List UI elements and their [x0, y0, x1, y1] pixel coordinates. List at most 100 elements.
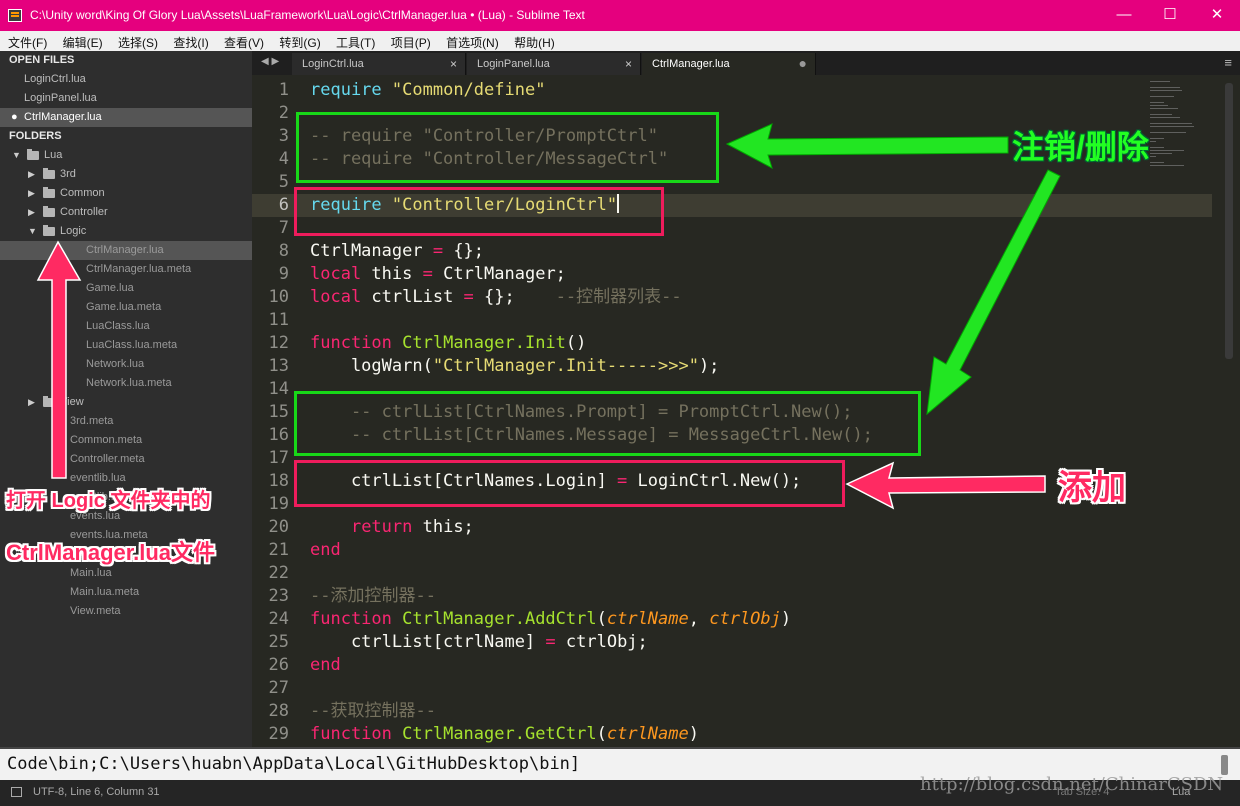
tab-close-icon[interactable]: ×: [450, 57, 457, 71]
disclosure-expanded-icon[interactable]: ▼: [28, 222, 37, 241]
menu-view[interactable]: 查看(V): [224, 31, 264, 51]
file-item[interactable]: Game.lua.meta: [0, 298, 252, 317]
tab-nav-arrows[interactable]: ◀ ▶: [261, 56, 279, 67]
close-window-button[interactable]: ✕: [1194, 0, 1240, 31]
editor-scrollbar[interactable]: [1225, 79, 1233, 745]
minimize-button[interactable]: —: [1101, 0, 1147, 31]
disclosure-collapsed-icon[interactable]: ▶: [28, 184, 35, 203]
code-line[interactable]: [310, 562, 1170, 585]
line-number: 22: [268, 563, 289, 583]
code-line[interactable]: CtrlManager = {};: [310, 240, 1170, 263]
unsaved-dot-icon[interactable]: ●: [799, 55, 807, 71]
code-line[interactable]: end: [310, 539, 1170, 562]
open-file-item[interactable]: LoginPanel.lua: [0, 89, 252, 108]
open-file-label: CtrlManager.lua: [24, 111, 102, 123]
file-item[interactable]: Main.lua.meta: [0, 583, 252, 602]
menu-tools[interactable]: 工具(T): [336, 31, 375, 51]
file-item[interactable]: View.meta: [0, 602, 252, 621]
code-line[interactable]: end: [310, 654, 1170, 677]
menu-edit[interactable]: 编辑(E): [63, 31, 103, 51]
menu-selection[interactable]: 选择(S): [118, 31, 158, 51]
code-line[interactable]: logWarn("CtrlManager.Init----->>>");: [310, 355, 1170, 378]
line-number: 25: [268, 632, 289, 652]
line-number-gutter: 1 2 3 4 5 6 7 8 9 10 11 12 13 14 15 16 17 18 19 20 21 22 23 24 2…: [252, 79, 296, 746]
code-line[interactable]: --添加控制器--: [310, 585, 1170, 608]
unsaved-dot-icon[interactable]: ●: [11, 108, 18, 127]
code-token: ctrlObj;: [555, 632, 648, 652]
file-item[interactable]: CtrlManager.lua: [0, 241, 252, 260]
line-number: 13: [268, 356, 289, 376]
disclosure-collapsed-icon[interactable]: ▶: [28, 203, 35, 222]
file-item[interactable]: Game.lua: [0, 279, 252, 298]
minimap[interactable]: [1146, 75, 1220, 175]
annotation-comment-out: 注销/删除: [1012, 129, 1149, 165]
maximize-button[interactable]: ☐: [1147, 0, 1193, 31]
disclosure-expanded-icon[interactable]: ▼: [12, 146, 21, 165]
file-item[interactable]: Network.lua.meta: [0, 374, 252, 393]
editor-scroll-thumb[interactable]: [1225, 83, 1233, 359]
tab-menu-icon[interactable]: ≡: [1224, 55, 1232, 70]
console-scrollbar[interactable]: [1221, 755, 1228, 775]
tab-loginctrl[interactable]: LoginCtrl.lua ×: [292, 53, 466, 75]
tab-loginpanel[interactable]: LoginPanel.lua ×: [467, 53, 641, 75]
menu-help[interactable]: 帮助(H): [514, 31, 555, 51]
code-token: function: [310, 724, 392, 744]
code-line[interactable]: return this;: [310, 516, 1170, 539]
tree-item-label: Network.lua: [86, 358, 145, 370]
line-number: 9: [278, 264, 289, 284]
tree-item-label: View: [60, 396, 84, 408]
code-line[interactable]: function CtrlManager.Init(): [310, 332, 1170, 355]
open-file-label: LoginCtrl.lua: [24, 73, 86, 85]
panel-toggle-icon[interactable]: [11, 787, 22, 797]
code-line[interactable]: [310, 677, 1170, 700]
code-line[interactable]: function CtrlManager.GetCtrl(ctrlName): [310, 723, 1170, 746]
file-item[interactable]: Common.meta: [0, 431, 252, 450]
code-line[interactable]: local this = CtrlManager;: [310, 263, 1170, 286]
code-line[interactable]: local ctrlList = {}; --控制器列表--: [310, 286, 1170, 309]
code-token: CtrlManager.Init: [402, 333, 566, 353]
file-item[interactable]: LuaClass.lua.meta: [0, 336, 252, 355]
menu-goto[interactable]: 转到(G): [279, 31, 320, 51]
folder-item[interactable]: ▼ Logic: [0, 222, 252, 241]
file-item[interactable]: CtrlManager.lua.meta: [0, 260, 252, 279]
code-line[interactable]: [310, 309, 1170, 332]
disclosure-collapsed-icon[interactable]: ▶: [28, 165, 35, 184]
folder-item[interactable]: ▶ Controller: [0, 203, 252, 222]
code-line[interactable]: require "Common/define": [310, 79, 1170, 102]
code-line[interactable]: function CtrlManager.AddCtrl(ctrlName, c…: [310, 608, 1170, 631]
folder-item[interactable]: ▼ Lua: [0, 146, 252, 165]
tab-close-icon[interactable]: ×: [625, 57, 632, 71]
tab-ctrlmanager[interactable]: CtrlManager.lua ●: [642, 53, 816, 75]
line-number: 14: [268, 379, 289, 399]
menu-file[interactable]: 文件(F): [8, 31, 47, 51]
file-item[interactable]: Controller.meta: [0, 450, 252, 469]
tree-item-label: 3rd: [60, 168, 76, 180]
code-token: {};: [443, 241, 485, 261]
console-output: Code\bin;C:\Users\huabn\AppData\Local\Gi…: [7, 754, 581, 774]
menu-preferences[interactable]: 首选项(N): [446, 31, 499, 51]
minimap-line: [1150, 132, 1186, 133]
open-file-item[interactable]: LoginCtrl.lua: [0, 70, 252, 89]
sidebar: OPEN FILES LoginCtrl.lua LoginPanel.lua ● C…: [0, 51, 252, 747]
code-token: ctrlName: [606, 609, 689, 629]
tree-item-label: Lua: [44, 149, 63, 161]
line-number: 26: [268, 655, 289, 675]
code-token: =: [545, 632, 556, 652]
annotation-box-comment-requires: [296, 112, 719, 183]
menu-find[interactable]: 查找(I): [173, 31, 208, 51]
folder-item[interactable]: ▶ View: [0, 393, 252, 412]
code-token: --控制器列表--: [555, 287, 682, 307]
menu-project[interactable]: 项目(P): [391, 31, 431, 51]
folder-item[interactable]: ▶ Common: [0, 184, 252, 203]
code-line[interactable]: --获取控制器--: [310, 700, 1170, 723]
file-item[interactable]: Network.lua: [0, 355, 252, 374]
code-line[interactable]: ctrlList[ctrlName] = ctrlObj;: [310, 631, 1170, 654]
folder-item[interactable]: ▶ 3rd: [0, 165, 252, 184]
file-item[interactable]: 3rd.meta: [0, 412, 252, 431]
file-item[interactable]: LuaClass.lua: [0, 317, 252, 336]
open-file-item[interactable]: ● CtrlManager.lua: [0, 108, 252, 127]
disclosure-collapsed-icon[interactable]: ▶: [28, 393, 35, 412]
annotation-add: 添加: [1058, 469, 1126, 507]
